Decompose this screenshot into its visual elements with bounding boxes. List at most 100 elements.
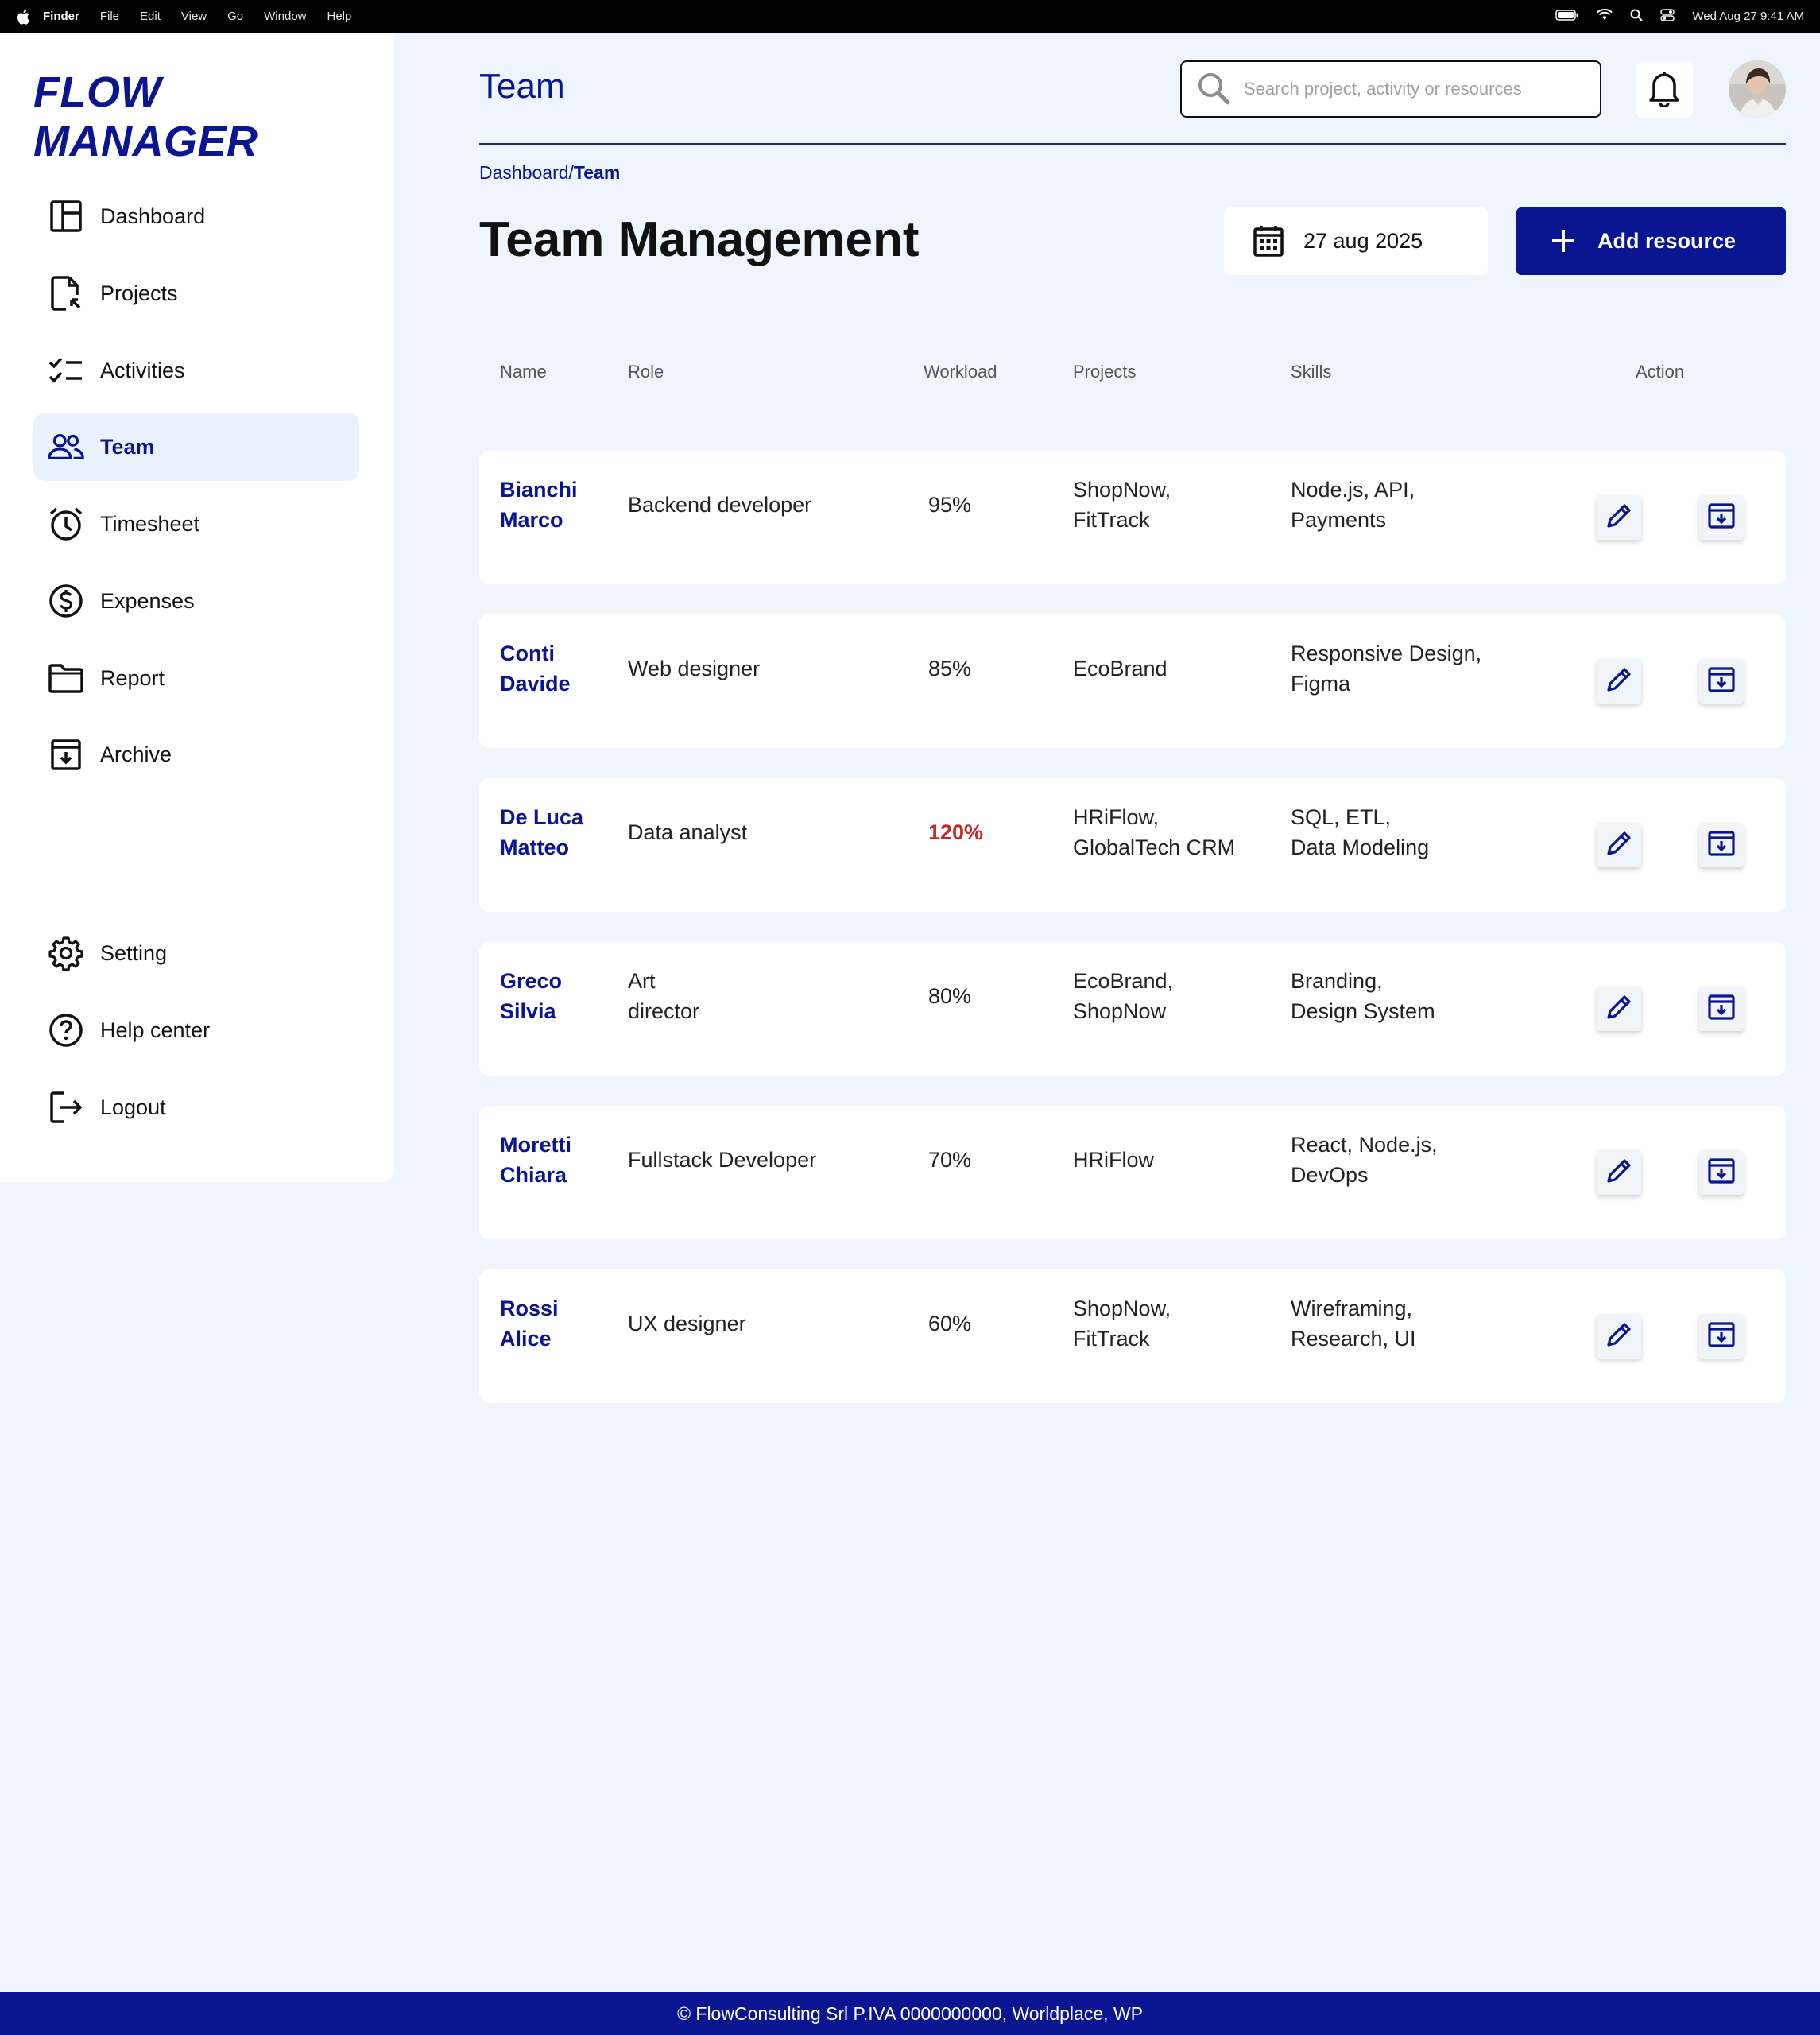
report-icon bbox=[48, 660, 84, 696]
sidebar-item-label: Logout bbox=[100, 1095, 166, 1119]
member-name-line: Chiara bbox=[500, 1163, 567, 1187]
sidebar-item-label: Timesheet bbox=[100, 511, 200, 536]
sidebar-item-projects[interactable]: Projects bbox=[33, 259, 359, 328]
sidebar-item-activities[interactable]: Activities bbox=[33, 336, 359, 405]
avatar[interactable] bbox=[1729, 60, 1786, 118]
edit-button[interactable] bbox=[1597, 1150, 1641, 1195]
member-name[interactable]: Greco Silvia bbox=[500, 966, 562, 1026]
sidebar-item-help-center[interactable]: Help center bbox=[33, 996, 359, 1064]
search-box[interactable] bbox=[1180, 60, 1601, 118]
spotlight-icon[interactable] bbox=[1630, 9, 1644, 25]
activities-icon bbox=[48, 352, 84, 389]
header-title: Team bbox=[479, 67, 565, 106]
notifications-button[interactable] bbox=[1636, 62, 1693, 118]
member-skills-line: SQL, ETL, bbox=[1291, 805, 1392, 829]
archive-icon bbox=[1707, 1157, 1736, 1189]
sidebar-item-label: Help center bbox=[100, 1018, 211, 1042]
edit-button[interactable] bbox=[1597, 1314, 1641, 1359]
search-input[interactable] bbox=[1244, 79, 1578, 99]
column-header-action: Action bbox=[1636, 362, 1685, 382]
sidebar-item-label: Archive bbox=[100, 742, 172, 766]
member-skills-line: Research, UI bbox=[1291, 1327, 1416, 1351]
sidebar-item-report[interactable]: Report bbox=[33, 644, 359, 712]
header-divider bbox=[479, 143, 1786, 145]
member-skills-line: Data Modeling bbox=[1291, 835, 1430, 859]
archive-button[interactable] bbox=[1699, 823, 1744, 867]
archive-button[interactable] bbox=[1699, 986, 1744, 1031]
menu-app-name[interactable]: Finder bbox=[43, 10, 79, 23]
member-name-line: Conti bbox=[500, 642, 555, 665]
breadcrumb-current: Team bbox=[573, 162, 621, 183]
member-name[interactable]: Moretti Chiara bbox=[500, 1130, 571, 1190]
bell-icon bbox=[1648, 69, 1681, 111]
menubar-clock[interactable]: Wed Aug 27 9:41 AM bbox=[1692, 10, 1804, 23]
member-name-line: Marco bbox=[500, 508, 563, 532]
member-name[interactable]: Conti Davide bbox=[500, 638, 571, 699]
edit-button[interactable] bbox=[1597, 495, 1641, 540]
edit-button[interactable] bbox=[1597, 823, 1641, 867]
member-skills-line: Branding, bbox=[1291, 969, 1383, 993]
sidebar-item-label: Team bbox=[100, 434, 155, 459]
member-projects-line: EcoBrand, bbox=[1073, 969, 1174, 993]
sidebar-item-setting[interactable]: Setting bbox=[33, 919, 359, 987]
wifi-icon[interactable] bbox=[1597, 8, 1613, 24]
date-picker[interactable]: 27 aug 2025 bbox=[1224, 207, 1488, 275]
member-projects-line: ShopNow, bbox=[1073, 1297, 1171, 1320]
apple-icon[interactable] bbox=[14, 8, 32, 25]
column-header-projects: Projects bbox=[1073, 362, 1137, 382]
menu-help[interactable]: Help bbox=[327, 10, 352, 23]
calendar-icon bbox=[1253, 224, 1288, 259]
member-skills-line: Payments bbox=[1291, 508, 1387, 532]
timesheet-icon bbox=[48, 506, 84, 542]
date-value: 27 aug 2025 bbox=[1303, 229, 1423, 253]
menu-bar: Finder File Edit View Go Window Help Wed… bbox=[0, 0, 1820, 33]
column-header-workload: Workload bbox=[924, 362, 997, 382]
menu-window[interactable]: Window bbox=[264, 10, 306, 23]
member-projects-line: ShopNow, bbox=[1073, 478, 1171, 502]
sidebar-item-expenses[interactable]: Expenses bbox=[33, 567, 359, 635]
footer: © FlowConsulting Srl P.IVA 0000000000, W… bbox=[0, 1992, 1820, 2035]
member-name[interactable]: Rossi Alice bbox=[500, 1293, 559, 1354]
member-role-line: Data analyst bbox=[628, 820, 748, 844]
member-skills-line: DevOps bbox=[1291, 1163, 1369, 1187]
member-name-line: Moretti bbox=[500, 1133, 571, 1157]
brand-logo[interactable]: FLOW MANAGER bbox=[33, 68, 394, 166]
member-name[interactable]: De Luca Matteo bbox=[500, 802, 583, 862]
sidebar-item-dashboard[interactable]: Dashboard bbox=[33, 182, 359, 250]
member-projects: ShopNow, FitTrack bbox=[1073, 475, 1171, 535]
member-name[interactable]: Bianchi Marco bbox=[500, 475, 578, 535]
member-name-line: Matteo bbox=[500, 835, 569, 859]
member-skills-line: Node.js, API, bbox=[1291, 478, 1415, 502]
sidebar-item-timesheet[interactable]: Timesheet bbox=[33, 490, 359, 558]
archive-icon bbox=[1707, 502, 1736, 534]
sidebar-item-label: Dashboard bbox=[100, 204, 206, 228]
archive-button[interactable] bbox=[1699, 1150, 1744, 1195]
sidebar: FLOW MANAGER Dashboard Projects Activiti… bbox=[0, 33, 394, 1182]
control-center-icon[interactable] bbox=[1660, 8, 1675, 25]
pencil-icon bbox=[1604, 501, 1634, 535]
sidebar-item-logout[interactable]: Logout bbox=[33, 1073, 359, 1142]
pencil-icon bbox=[1604, 665, 1634, 699]
add-resource-button[interactable]: Add resource bbox=[1516, 207, 1786, 275]
member-workload: 70% bbox=[928, 1148, 972, 1172]
member-projects: EcoBrand bbox=[1073, 653, 1168, 684]
edit-button[interactable] bbox=[1597, 659, 1641, 704]
member-projects-line: GlobalTech CRM bbox=[1073, 835, 1236, 859]
member-projects-line: HRiFlow, bbox=[1073, 805, 1160, 829]
member-projects-line: EcoBrand bbox=[1073, 657, 1168, 680]
menu-view[interactable]: View bbox=[181, 10, 207, 23]
archive-button[interactable] bbox=[1699, 1314, 1744, 1359]
edit-button[interactable] bbox=[1597, 986, 1641, 1031]
archive-button[interactable] bbox=[1699, 495, 1744, 540]
sidebar-item-archive[interactable]: Archive bbox=[33, 720, 359, 789]
sidebar-item-team[interactable]: Team bbox=[33, 413, 359, 481]
menu-edit[interactable]: Edit bbox=[140, 10, 161, 23]
menu-go[interactable]: Go bbox=[227, 10, 243, 23]
member-role: Data analyst bbox=[628, 817, 747, 847]
menu-file[interactable]: File bbox=[100, 10, 119, 23]
member-name-line: Davide bbox=[500, 672, 571, 696]
battery-icon[interactable] bbox=[1555, 9, 1579, 24]
logout-icon bbox=[48, 1089, 84, 1126]
archive-button[interactable] bbox=[1699, 659, 1744, 704]
breadcrumb-parent[interactable]: Dashboard bbox=[479, 162, 569, 183]
